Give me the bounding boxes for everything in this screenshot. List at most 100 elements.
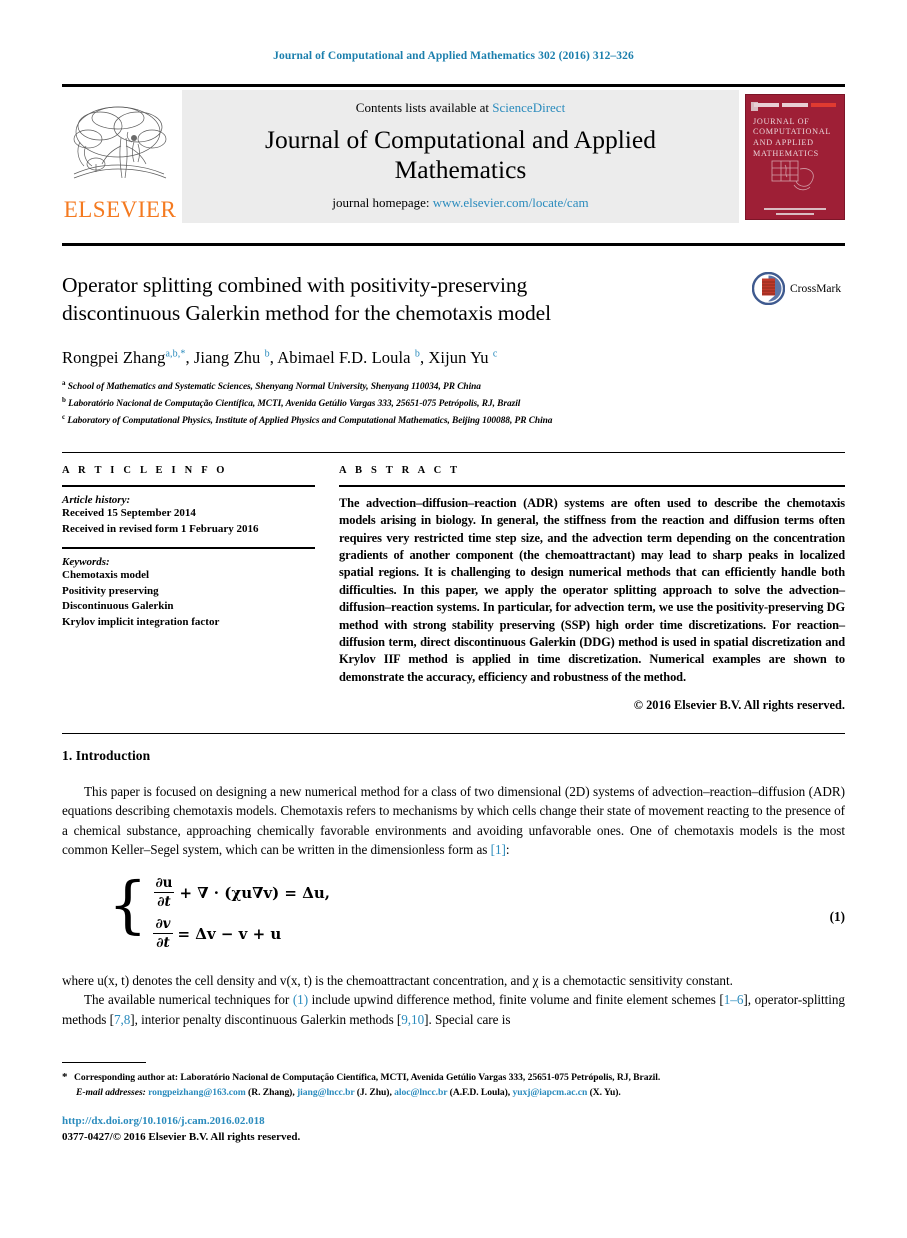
article-history-item: Received in revised form 1 February 2016 [62, 522, 259, 535]
equation-1-line-1-rest: + ∇ · (χu∇v) = Δu, [179, 883, 330, 902]
article-history-item: Received 15 September 2014 [62, 507, 196, 519]
article-info-heading: A R T I C L E I N F O [62, 465, 228, 476]
cover-stripe-red [810, 102, 836, 107]
author-list: Rongpei Zhanga,b,*, Jiang Zhu b, Abimael… [62, 347, 498, 367]
article-info-column: A R T I C L E I N F O Article history: R… [62, 465, 315, 713]
paragraph-1: This paper is focused on designing a new… [62, 782, 845, 859]
paragraph-3-b: include upwind difference method, finite… [308, 992, 724, 1008]
fraction-numerator: ∂v [155, 916, 171, 933]
equation-1-number: (1) [829, 909, 845, 925]
paragraph-1-tail: : [505, 841, 510, 857]
keyword-item: Chemotaxis model [62, 569, 150, 582]
author-name: Rongpei Zhang [62, 347, 166, 367]
cover-title: JOURNAL OF COMPUTATIONAL AND APPLIED MAT… [753, 116, 831, 158]
cover-stripe [782, 102, 808, 107]
equation-1-line-2: ∂v ∂t = Δv − v + u [152, 916, 330, 951]
issn-copyright: 0377-0427/© 2016 Elsevier B.V. All right… [62, 1130, 301, 1143]
footnote-divider [62, 1062, 146, 1063]
equation-1-line-1: ∂u ∂t + ∇ · (χu∇v) = Δu, [152, 875, 330, 910]
citation-link-3[interactable]: 7,8 [114, 1012, 130, 1027]
journal-title-line1: Journal of Computational and Applied [265, 124, 656, 154]
paper-title-line2: discontinuous Galerkin method for the ch… [62, 300, 551, 325]
paragraph-3-d: ], interior penalty discontinuous Galerk… [130, 1011, 402, 1027]
author-affil-mark: b [264, 348, 270, 360]
author: Xijun Yu c [428, 348, 497, 367]
author: Rongpei Zhanga,b,* [62, 348, 185, 367]
title-divider [62, 243, 845, 246]
article-history-title: Article history: [62, 494, 131, 506]
author: Jiang Zhu b [194, 348, 270, 367]
abstract-column: A B S T R A C T The advection–diffusion–… [315, 465, 845, 713]
citation-link-4[interactable]: 9,10 [401, 1012, 424, 1027]
section-heading-introduction: 1. Introduction [62, 748, 151, 763]
journal-cover-thumbnail: JOURNAL OF COMPUTATIONAL AND APPLIED MAT… [745, 93, 845, 220]
footnote-star-icon: * [62, 1071, 68, 1083]
paragraph-2: where u(x, t) denotes the cell density a… [62, 973, 733, 989]
fraction-denominator: ∂t [153, 933, 173, 951]
equation-1: { ∂u ∂t + ∇ · (χu∇v) = Δu, ∂v ∂t = Δv − … [62, 868, 845, 959]
homepage-line: journal homepage: www.elsevier.com/locat… [332, 195, 588, 211]
email-link[interactable]: yuxj@iapcm.ac.cn [513, 1087, 588, 1098]
keyword-item: Krylov implicit integration factor [62, 616, 220, 629]
keyword-item: Discontinuous Galerkin [62, 600, 174, 613]
running-head: Journal of Computational and Applied Mat… [273, 50, 634, 62]
email-owner: (R. Zhang), [245, 1087, 298, 1099]
email-owner: (J. Zhu), [354, 1087, 395, 1099]
crossmark-badge[interactable]: CrossMark [752, 272, 848, 305]
affiliation-item: c Laboratory of Computational Physics, I… [62, 412, 822, 429]
journal-band: Contents lists available at ScienceDirec… [182, 90, 739, 223]
email-link[interactable]: aloc@lncc.br [394, 1087, 447, 1098]
title-block: Operator splitting combined with positiv… [62, 272, 762, 368]
cover-footer-bar2 [776, 212, 814, 215]
keywords-block: Keywords: Chemotaxis model Positivity pr… [62, 549, 315, 630]
journal-masthead: ELSEVIER Contents lists available at Sci… [62, 84, 845, 223]
affiliation-item: b Laboratório Nacional de Computação Cie… [62, 395, 822, 412]
author-name: Xijun Yu [428, 347, 489, 367]
elsevier-tree-icon [73, 106, 167, 179]
affiliation-item: a School of Mathematics and Systematic S… [62, 378, 822, 395]
email-link[interactable]: jiang@lncc.br [297, 1087, 354, 1098]
journal-title: Journal of Computational and Applied Mat… [265, 125, 656, 185]
affiliation-mark: b [62, 395, 66, 404]
citation-link-1[interactable]: [1] [491, 842, 506, 857]
partial-u-partial-t-fraction: ∂u ∂t [152, 875, 175, 910]
paragraph-3: The available numerical techniques for (… [62, 990, 845, 1029]
abstract-copyright: © 2016 Elsevier B.V. All rights reserved… [633, 697, 845, 712]
keywords-title: Keywords: [62, 556, 110, 569]
doi-link[interactable]: http://dx.doi.org/10.1016/j.cam.2016.02.… [62, 1114, 845, 1130]
equation-brace-icon: { [108, 868, 148, 942]
author-affil-mark: b [414, 348, 420, 360]
equation-1-body: { ∂u ∂t + ∇ · (χu∇v) = Δu, ∂v ∂t = Δv − … [108, 868, 330, 952]
citation-link-2[interactable]: 1–6 [724, 992, 744, 1007]
paragraph-3-a: The available numerical techniques for [84, 992, 293, 1008]
cover-artwork-icon [771, 160, 814, 190]
equation-1-line-2-rest: = Δv − v + u [177, 924, 282, 943]
equation-ref-link[interactable]: (1) [293, 992, 308, 1007]
email-addresses-note: E-mail addresses: rongpeizhang@163.com (… [62, 1086, 845, 1101]
corresponding-author-note: * Corresponding author at: Laboratório Na… [62, 1069, 845, 1086]
email-label: E-mail addresses: [76, 1087, 146, 1099]
body-divider [62, 733, 845, 734]
partial-v-partial-t-fraction: ∂v ∂t [152, 916, 173, 951]
affiliation-text: Laboratório Nacional de Computação Cient… [68, 399, 521, 410]
elsevier-wordmark: ELSEVIER [63, 197, 177, 222]
email-link[interactable]: rongpeizhang@163.com [148, 1087, 246, 1098]
affiliation-mark: a [62, 379, 66, 387]
paragraph-3-e: ]. Special care is [424, 1011, 511, 1027]
author-name: Jiang Zhu [193, 347, 261, 367]
elsevier-logo: ELSEVIER [62, 90, 178, 223]
cover-stripe [754, 102, 780, 107]
homepage-link[interactable]: www.elsevier.com/locate/cam [433, 195, 589, 210]
body-content: 1. Introduction This paper is focused on… [62, 748, 845, 1029]
crossmark-label: CrossMark [790, 282, 842, 295]
cover-footer-bar [764, 207, 826, 210]
affiliation-text: School of Mathematics and Systematic Sci… [67, 382, 481, 393]
article-history-block: Article history: Received 15 September 2… [62, 487, 315, 537]
email-owner: (A.F.D. Loula), [447, 1087, 513, 1099]
info-top-divider [62, 452, 845, 453]
sciencedirect-link[interactable]: ScienceDirect [492, 100, 565, 115]
info-abstract-section: A R T I C L E I N F O Article history: R… [62, 452, 845, 713]
author-name: Abimael F.D. Loula [277, 347, 411, 367]
email-owner: (X. Yu). [587, 1087, 621, 1099]
fraction-denominator: ∂t [154, 892, 174, 910]
